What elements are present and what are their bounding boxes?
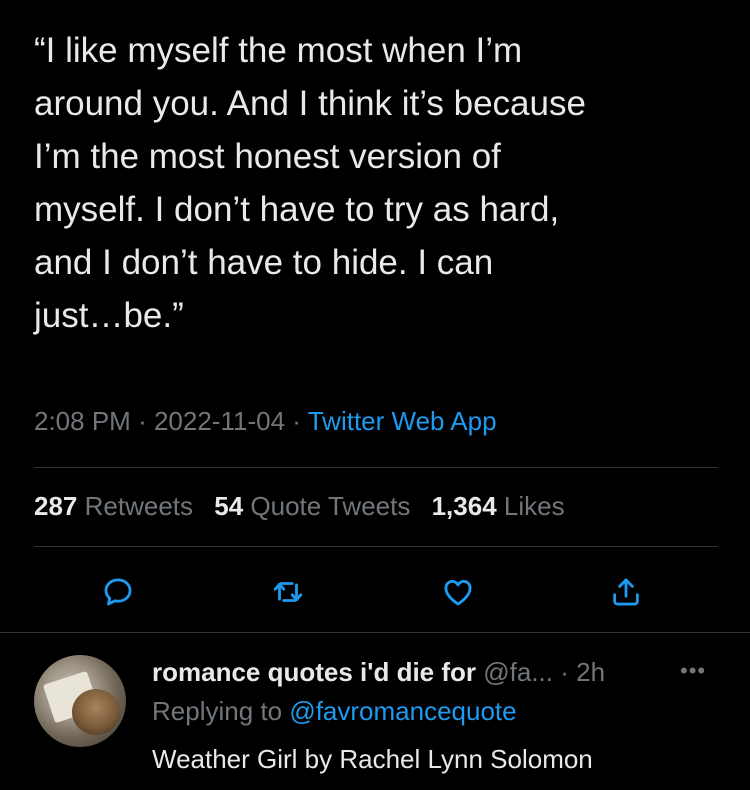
likes-count: 1,364 (431, 491, 497, 521)
share-icon (613, 578, 639, 606)
reply-button[interactable] (96, 570, 140, 614)
replying-label: Replying to (152, 696, 283, 726)
quotes-stat[interactable]: 54 Quote Tweets (214, 491, 410, 521)
tweet-stats: 287 Retweets 54 Quote Tweets 1,364 Likes (34, 491, 565, 522)
reply-header: romance quotes i'd die for @fa... · 2h (152, 657, 605, 688)
divider (34, 546, 718, 547)
share-button[interactable] (604, 570, 648, 614)
tweet-source-link[interactable]: Twitter Web App (308, 406, 497, 436)
retweet-button[interactable] (266, 570, 310, 614)
like-icon (444, 580, 472, 606)
reply-time[interactable]: 2h (576, 657, 605, 687)
avatar-cat-shape (72, 689, 120, 735)
tweet-meta: 2:08 PM · 2022-11-04 · Twitter Web App (34, 406, 497, 437)
avatar[interactable] (34, 655, 126, 747)
retweets-count: 287 (34, 491, 78, 521)
divider (34, 467, 718, 468)
reply-handle[interactable]: @fa... (483, 657, 553, 687)
divider (0, 632, 750, 633)
tweet-text: “I like myself the most when I’m around … (34, 31, 586, 335)
tweet-date[interactable]: 2022-11-04 (154, 406, 285, 436)
likes-label: Likes (503, 491, 565, 521)
retweet-icon (273, 582, 303, 602)
more-options-icon[interactable]: ••• (680, 658, 706, 684)
retweets-stat[interactable]: 287 Retweets (34, 491, 193, 521)
tweet-time[interactable]: 2:08 PM (34, 406, 131, 436)
quotes-count: 54 (214, 491, 244, 521)
reply-separator: · (560, 657, 569, 687)
reply-display-name[interactable]: romance quotes i'd die for (152, 657, 476, 687)
meta-separator: · (292, 406, 301, 436)
meta-separator: · (138, 406, 147, 436)
tweet-actions (0, 570, 750, 614)
reply-icon (104, 578, 132, 606)
likes-stat[interactable]: 1,364 Likes (432, 491, 565, 521)
quotes-label: Quote Tweets (250, 491, 411, 521)
retweets-label: Retweets (84, 491, 194, 521)
reply-text: Weather Girl by Rachel Lynn Solomon (152, 744, 593, 774)
like-button[interactable] (436, 570, 480, 614)
replying-to: Replying to @favromancequote (152, 696, 517, 727)
replying-handle-link[interactable]: @favromancequote (289, 696, 516, 726)
